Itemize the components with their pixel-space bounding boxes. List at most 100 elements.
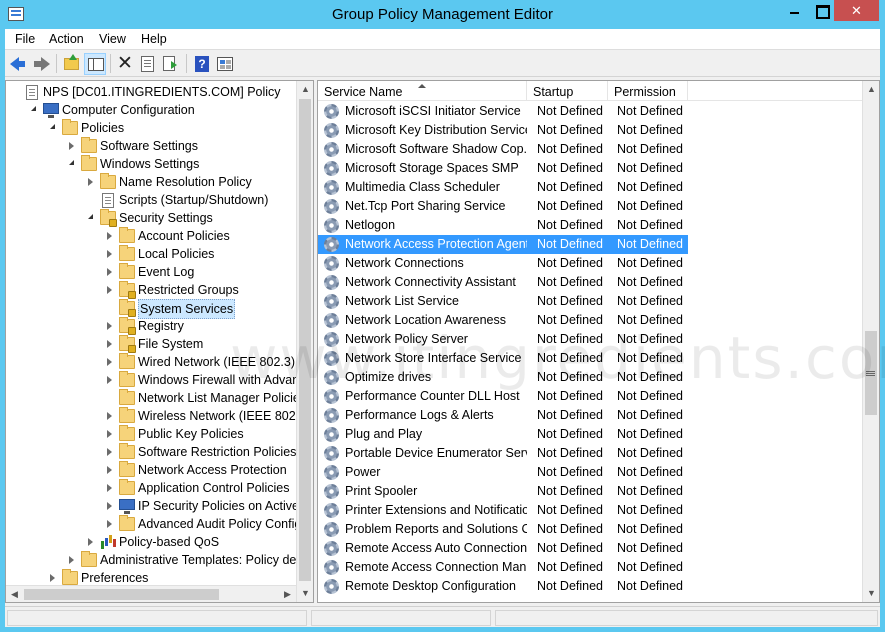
expand-arrow-icon[interactable]	[107, 232, 112, 240]
scroll-down-arrow-icon[interactable]: ▼	[297, 585, 313, 602]
back-button[interactable]	[8, 53, 30, 75]
service-row[interactable]: Network List Service Not Defined Not Defin…	[318, 292, 688, 311]
service-row[interactable]: Optimize drives Not Defined Not Defined	[318, 368, 688, 387]
services-list[interactable]: Service Name Startup Permission Microsof…	[317, 80, 880, 603]
expand-arrow-icon[interactable]	[107, 358, 112, 366]
startup-cell: Not Defined	[537, 104, 604, 118]
expand-arrow-icon[interactable]	[107, 322, 112, 330]
menu-bar: File Action View Help	[5, 29, 880, 50]
expand-arrow-icon[interactable]	[107, 250, 112, 258]
expand-arrow-icon[interactable]	[107, 340, 112, 348]
title-bar[interactable]: Group Policy Management Editor ✕	[0, 0, 885, 29]
service-row[interactable]: Net.Tcp Port Sharing Service Not Defined N…	[318, 197, 688, 216]
scroll-up-arrow-icon[interactable]: ▲	[863, 81, 879, 98]
service-row[interactable]: Portable Device Enumerator Servi... Not D…	[318, 444, 688, 463]
menu-file[interactable]: File	[15, 32, 35, 46]
expand-arrow-icon[interactable]	[107, 466, 112, 474]
service-row[interactable]: Printer Extensions and Notificatio... Not…	[318, 501, 688, 520]
service-row[interactable]: Netlogon Not Defined Not Defined	[318, 216, 688, 235]
service-row[interactable]: Microsoft Key Distribution Service Not De…	[318, 121, 688, 140]
permission-cell: Not Defined	[617, 541, 684, 555]
expand-arrow-icon[interactable]	[107, 412, 112, 420]
service-row[interactable]: Remote Access Connection Man... Not Defin…	[318, 558, 688, 577]
tree-vertical-scrollbar[interactable]: ▲ ▼	[296, 81, 313, 602]
service-row[interactable]: Multimedia Class Scheduler Not Defined Not…	[318, 178, 688, 197]
service-row[interactable]: Network Location Awareness Not Defined Not…	[318, 311, 688, 330]
show-hide-tree-icon	[88, 58, 104, 71]
expand-arrow-icon[interactable]	[88, 538, 93, 546]
collapse-arrow-icon[interactable]	[88, 214, 93, 219]
delete-button[interactable]: ✕	[114, 53, 136, 75]
show-hide-tree-button[interactable]	[84, 53, 106, 75]
help-button[interactable]: ?	[191, 53, 213, 75]
scroll-down-arrow-icon[interactable]: ▼	[863, 585, 879, 602]
service-row[interactable]: Performance Counter DLL Host Not Defined N…	[318, 387, 688, 406]
menu-help[interactable]: Help	[141, 32, 167, 46]
folder-icon	[119, 353, 135, 369]
status-bar	[5, 606, 880, 627]
tree-item-label: Network List Manager Policies	[138, 391, 307, 405]
scroll-right-arrow-icon[interactable]: ▶	[279, 586, 296, 602]
service-row[interactable]: Network Store Interface Service Not Defin…	[318, 349, 688, 368]
service-row[interactable]: Microsoft Storage Spaces SMP Not Defined N…	[318, 159, 688, 178]
service-row[interactable]: Remote Desktop Configuration Not Defined N…	[318, 577, 688, 596]
expand-arrow-icon[interactable]	[107, 502, 112, 510]
service-row[interactable]: Plug and Play Not Defined Not Defined	[318, 425, 688, 444]
folder-icon	[119, 515, 135, 531]
service-row[interactable]: Microsoft iSCSI Initiator Service Not Def…	[318, 102, 688, 121]
expand-arrow-icon[interactable]	[107, 286, 112, 294]
service-row[interactable]: Network Connections Not Defined Not Define…	[318, 254, 688, 273]
column-startup[interactable]: Startup	[527, 81, 608, 101]
export-list-button[interactable]	[160, 53, 182, 75]
scroll-left-arrow-icon[interactable]: ◀	[6, 586, 23, 602]
expand-arrow-icon[interactable]	[107, 448, 112, 456]
startup-cell: Not Defined	[537, 408, 604, 422]
toolbar-separator	[186, 54, 187, 73]
expand-arrow-icon[interactable]	[69, 142, 74, 150]
expand-arrow-icon[interactable]	[69, 556, 74, 564]
service-row[interactable]: Network Access Protection Agent Not Defin…	[318, 235, 688, 254]
menu-view[interactable]: View	[99, 32, 126, 46]
expand-arrow-icon[interactable]	[88, 178, 93, 186]
column-service-name[interactable]: Service Name	[318, 81, 527, 101]
service-name-cell: Remote Access Auto Connection...	[345, 541, 527, 555]
service-row[interactable]: Power Not Defined Not Defined	[318, 463, 688, 482]
scroll-up-arrow-icon[interactable]: ▲	[297, 81, 313, 98]
tree-item-label: NPS [DC01.ITINGREDIENTS.COM] Policy	[43, 85, 281, 99]
expand-arrow-icon[interactable]	[107, 430, 112, 438]
expand-arrow-icon[interactable]	[50, 574, 55, 582]
collapse-arrow-icon[interactable]	[50, 124, 55, 129]
collapse-arrow-icon[interactable]	[69, 160, 74, 165]
expand-arrow-icon[interactable]	[107, 376, 112, 384]
properties-button[interactable]	[137, 53, 159, 75]
service-row[interactable]: Problem Reports and Solutions C... Not De…	[318, 520, 688, 539]
show-hide-action-pane-button[interactable]	[214, 53, 236, 75]
expand-arrow-icon[interactable]	[107, 520, 112, 528]
expand-arrow-icon[interactable]	[107, 484, 112, 492]
scroll-thumb[interactable]	[865, 331, 877, 415]
minimize-button[interactable]	[781, 0, 808, 21]
forward-button[interactable]	[30, 53, 52, 75]
startup-cell: Not Defined	[537, 256, 604, 270]
menu-action[interactable]: Action	[49, 32, 84, 46]
expand-arrow-icon[interactable]	[107, 268, 112, 276]
app-window: Group Policy Management Editor ✕ File Ac…	[0, 0, 885, 632]
service-row[interactable]: Print Spooler Not Defined Not Defined	[318, 482, 688, 501]
service-row[interactable]: Network Policy Server Not Defined Not Defi…	[318, 330, 688, 349]
column-permission[interactable]: Permission	[608, 81, 688, 101]
scroll-thumb[interactable]	[299, 99, 311, 581]
close-button[interactable]: ✕	[834, 0, 879, 21]
service-row[interactable]: Microsoft Software Shadow Cop... Not Defi…	[318, 140, 688, 159]
folder-icon	[119, 425, 135, 441]
up-one-level-button[interactable]	[61, 53, 83, 75]
service-row[interactable]: Remote Access Auto Connection... Not Defi…	[318, 539, 688, 558]
collapse-arrow-icon[interactable]	[31, 106, 36, 111]
service-row[interactable]: Network Connectivity Assistant Not Define…	[318, 273, 688, 292]
maximize-button[interactable]	[808, 0, 834, 21]
tree-horizontal-scrollbar[interactable]: ◀ ▶	[6, 585, 296, 602]
service-row[interactable]: Performance Logs & Alerts Not Defined Not …	[318, 406, 688, 425]
scroll-thumb[interactable]	[24, 589, 219, 600]
permission-cell: Not Defined	[617, 389, 684, 403]
console-tree[interactable]: NPS [DC01.ITINGREDIENTS.COM] Policy Compu…	[5, 80, 314, 603]
list-vertical-scrollbar[interactable]: ▲ ▼	[862, 81, 879, 602]
